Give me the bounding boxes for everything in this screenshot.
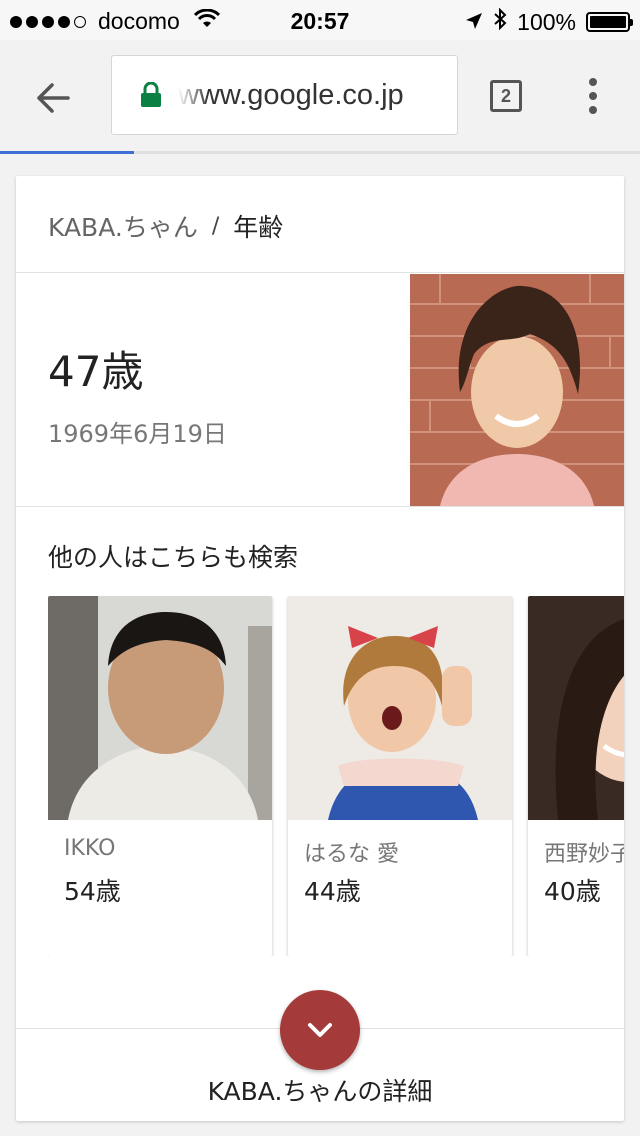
breadcrumb-attribute: 年齢	[233, 213, 284, 242]
birth-date: 1969年6月19日	[48, 420, 227, 448]
person-age: 44歳	[304, 877, 361, 906]
browser-toolbar: www.google.co.jp 2	[0, 40, 640, 152]
expand-button[interactable]	[280, 990, 360, 1070]
breadcrumb-entity[interactable]: KABA.ちゃん	[48, 208, 198, 244]
person-age: 54歳	[64, 877, 121, 906]
location-arrow-icon	[465, 9, 483, 36]
breadcrumb-separator: /	[211, 213, 220, 239]
battery-level	[590, 16, 626, 28]
bluetooth-icon	[493, 7, 507, 36]
related-people-carousel[interactable]: IKKO 54歳 はるな 愛 44歳 西野妙子 40歳	[48, 596, 624, 956]
related-person-card[interactable]: IKKO 54歳	[48, 596, 272, 956]
person-photo	[528, 596, 624, 820]
divider	[16, 506, 624, 507]
person-photo	[288, 596, 512, 820]
status-bar: docomo 20:57 100%	[0, 0, 640, 40]
battery-percent: 100%	[517, 8, 576, 35]
age-value: 47歳	[48, 347, 144, 396]
portrait-image[interactable]	[410, 274, 624, 506]
person-name: 西野妙子	[544, 842, 624, 867]
tab-switcher-button[interactable]: 2	[490, 80, 522, 112]
url-bar[interactable]: www.google.co.jp	[111, 55, 458, 135]
lock-icon	[140, 82, 162, 108]
divider	[16, 272, 624, 273]
person-photo	[48, 596, 272, 820]
related-person-card[interactable]: 西野妙子 40歳	[528, 596, 624, 956]
knowledge-card: KABA.ちゃん / 年齢 47歳 1969年6月19日 他の人はこちらも検索	[16, 176, 624, 1121]
person-name: IKKO	[64, 836, 116, 861]
chevron-down-icon	[308, 1023, 332, 1037]
breadcrumb: KABA.ちゃん / 年齢	[48, 208, 283, 244]
url-text[interactable]: www.google.co.jp	[178, 79, 404, 112]
more-vertical-icon[interactable]	[580, 78, 606, 114]
page-load-progress-fill	[0, 151, 135, 154]
person-name: はるな 愛	[304, 842, 399, 867]
details-link[interactable]: KABA.ちゃんの詳細	[16, 1072, 624, 1108]
arrow-left-icon	[37, 83, 70, 113]
related-person-card[interactable]: はるな 愛 44歳	[288, 596, 512, 956]
person-age: 40歳	[544, 877, 601, 906]
battery-icon	[586, 12, 633, 32]
status-right: 100%	[465, 7, 633, 36]
page-load-progress	[0, 151, 640, 154]
back-button[interactable]	[30, 76, 74, 120]
related-searches-title: 他の人はこちらも検索	[48, 543, 299, 572]
